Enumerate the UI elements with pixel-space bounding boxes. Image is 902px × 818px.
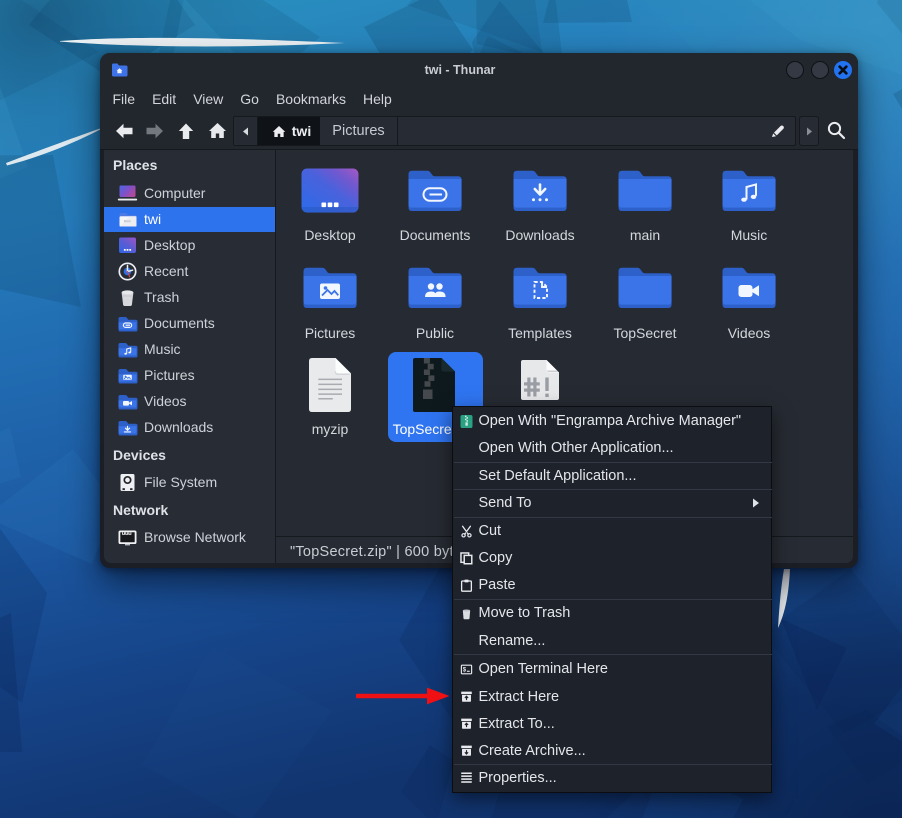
svg-text:$: $ — [463, 666, 467, 673]
